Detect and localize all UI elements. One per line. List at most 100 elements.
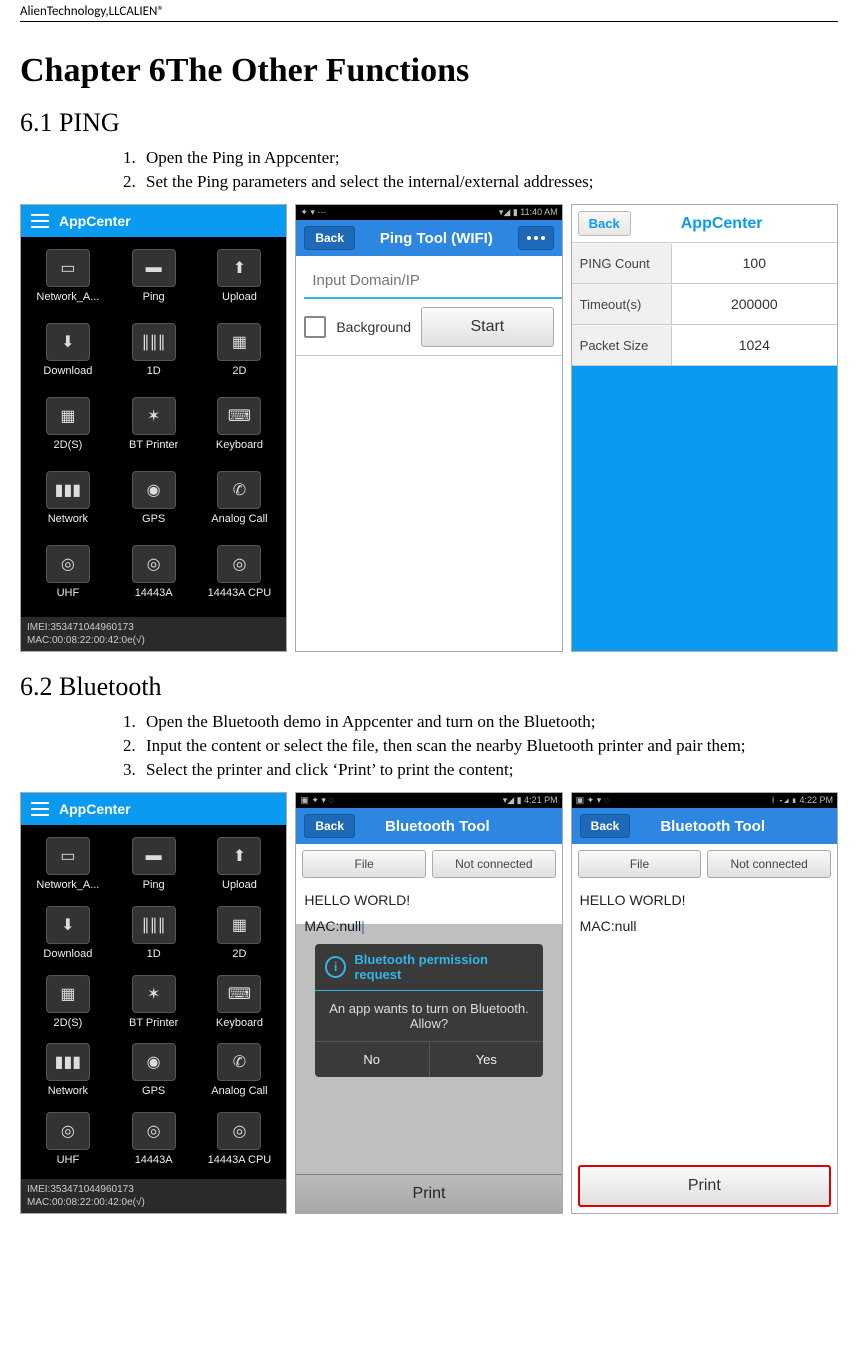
appcenter-item[interactable]: ◎UHF <box>25 545 111 613</box>
app-label: 14443A CPU <box>208 1154 272 1166</box>
hamburger-icon[interactable] <box>31 802 49 816</box>
appcenter-item[interactable]: ▬Ping <box>111 249 197 317</box>
app-icon: ∥∥∥ <box>132 323 176 361</box>
appcenter-item[interactable]: ◉GPS <box>111 471 197 539</box>
app-icon: ⬆ <box>217 249 261 287</box>
timeout-value[interactable]: 200000 <box>672 284 837 324</box>
app-label: 14443A <box>135 587 173 599</box>
print-button-highlighted[interactable]: Print <box>578 1165 831 1207</box>
domain-ip-input[interactable] <box>304 264 562 299</box>
app-label: Network <box>48 513 88 525</box>
app-icon: ✶ <box>132 975 176 1013</box>
back-button[interactable]: Back <box>578 211 631 236</box>
appcenter-item[interactable]: ⌨ Keyboard <box>197 975 283 1038</box>
text-line: HELLO WORLD! <box>580 892 829 908</box>
bluetooth-textarea[interactable]: HELLO WORLD! MAC:null <box>572 884 837 1161</box>
appcenter-item[interactable]: ▦2D(S) <box>25 397 111 465</box>
ping-settings-filler <box>572 366 837 651</box>
app-icon: ⬆ <box>217 837 261 875</box>
appcenter-item[interactable]: ⬇Download <box>25 323 111 391</box>
appcenter-item[interactable]: ▦2D <box>197 323 283 391</box>
appcenter-item[interactable]: ▬Ping <box>111 837 197 900</box>
appcenter-item[interactable]: ⬆Upload <box>197 249 283 317</box>
app-label: BT Printer <box>129 1017 178 1029</box>
back-button[interactable]: Back <box>304 226 355 250</box>
bluetooth-titlebar: Back Bluetooth Tool <box>296 808 561 844</box>
app-label: Network_A... <box>36 291 99 303</box>
appcenter-item[interactable]: ▭Network_A... <box>25 249 111 317</box>
app-icon: ✶ <box>132 397 176 435</box>
back-button[interactable]: Back <box>304 814 355 838</box>
appcenter-titlebar: AppCenter <box>21 205 286 237</box>
appcenter-item[interactable]: ▮▮▮Network <box>25 471 111 539</box>
app-icon: ⌨ <box>217 975 261 1013</box>
text-line: HELLO WORLD! <box>304 892 553 908</box>
appcenter-item[interactable]: ▭Network_A... <box>25 837 111 900</box>
start-button[interactable]: Start <box>421 307 554 347</box>
connection-button[interactable]: Not connected <box>432 850 556 878</box>
bluetooth-button-row: File Not connected <box>572 844 837 884</box>
appcenter-item[interactable]: ▮▮▮Network <box>25 1043 111 1106</box>
appcenter-item[interactable]: ◉GPS <box>111 1043 197 1106</box>
packet-size-value[interactable]: 1024 <box>672 325 837 365</box>
appcenter-item[interactable]: ◎14443A CPU <box>197 1112 283 1175</box>
file-button[interactable]: File <box>578 850 702 878</box>
app-label: GPS <box>142 513 165 525</box>
background-checkbox[interactable] <box>304 316 326 338</box>
no-button[interactable]: No <box>315 1042 430 1077</box>
ping-settings-title: AppCenter <box>681 215 763 233</box>
connection-button[interactable]: Not connected <box>707 850 831 878</box>
ping-settings-titlebar: Back AppCenter <box>572 205 837 242</box>
hamburger-icon[interactable] <box>31 214 49 228</box>
bluetooth-textarea[interactable]: HELLO WORLD! MAC:null i Bluetooth permis… <box>296 884 561 1174</box>
status-left: ▣ ✦ ▾ ◌ <box>576 795 609 806</box>
status-left: ▣ ✦ ▾ ◌ <box>300 795 333 806</box>
app-label: Keyboard <box>216 1017 263 1029</box>
appcenter-item[interactable]: ∥∥∥1D <box>111 906 197 969</box>
page-header: AlienTechnology,LLCALIEN® <box>20 0 838 22</box>
appcenter-item[interactable]: ⌨Keyboard <box>197 397 283 465</box>
appcenter-item[interactable]: ◎UHF <box>25 1112 111 1175</box>
appcenter-title: AppCenter <box>59 213 131 229</box>
app-label: Analog Call <box>211 1085 267 1097</box>
app-label: Network_A... <box>36 879 99 891</box>
ping-controls-row: Background Start <box>296 307 561 356</box>
more-icon[interactable] <box>518 226 554 250</box>
app-icon: ⌨ <box>217 397 261 435</box>
screenshot-appcenter: AppCenter ▭Network_A...▬Ping⬆Upload ⬇Down… <box>20 204 287 652</box>
yes-button[interactable]: Yes <box>430 1042 544 1077</box>
app-icon: ∥∥∥ <box>132 906 176 944</box>
file-button[interactable]: File <box>302 850 426 878</box>
app-icon: ⬇ <box>46 906 90 944</box>
background-label: Background <box>336 319 411 335</box>
appcenter-item[interactable]: ∥∥∥1D <box>111 323 197 391</box>
app-label: Network <box>48 1085 88 1097</box>
appcenter-item[interactable]: ✶ BT Printer <box>111 397 197 465</box>
appcenter-footer: IMEI:353471044960173 MAC:00:08:22:00:42:… <box>21 1179 286 1213</box>
appcenter-item[interactable]: ⬇ Download <box>25 906 111 969</box>
appcenter-item[interactable]: ▦2D <box>197 906 283 969</box>
app-label: Download <box>43 365 92 377</box>
appcenter-item[interactable]: ✆Analog Call <box>197 1043 283 1106</box>
app-label: Ping <box>143 291 165 303</box>
timeout-label: Timeout(s) <box>572 285 672 324</box>
mac-text: MAC:00:08:22:00:42:0e(√) <box>27 634 280 647</box>
section-6-2-steps: Open the Bluetooth demo in Appcenter and… <box>140 712 838 780</box>
appcenter-item[interactable]: ✶ BT Printer <box>111 975 197 1038</box>
table-row: Packet Size 1024 <box>572 325 837 366</box>
screenshot-appcenter: AppCenter ▭Network_A...▬Ping⬆Upload⬇Down… <box>20 792 287 1214</box>
back-button[interactable]: Back <box>580 814 631 838</box>
appcenter-item[interactable]: ▦2D(S) <box>25 975 111 1038</box>
ping-count-value[interactable]: 100 <box>672 243 837 283</box>
appcenter-item[interactable]: ✆Analog Call <box>197 471 283 539</box>
app-label: 14443A <box>135 1154 173 1166</box>
app-label: BT Printer <box>129 439 178 451</box>
appcenter-item[interactable]: ⬆Upload <box>197 837 283 900</box>
appcenter-item[interactable]: ◎14443A <box>111 1112 197 1175</box>
appcenter-item[interactable]: ◎14443A CPU <box>197 545 283 613</box>
appcenter-grid: ▭Network_A...▬Ping⬆Upload ⬇ Download ∥∥∥1D▦… <box>21 825 286 1179</box>
app-icon: ▦ <box>217 323 261 361</box>
appcenter-item[interactable]: ◎14443A <box>111 545 197 613</box>
packet-size-label: Packet Size <box>572 326 672 365</box>
app-label: Download <box>43 948 92 960</box>
